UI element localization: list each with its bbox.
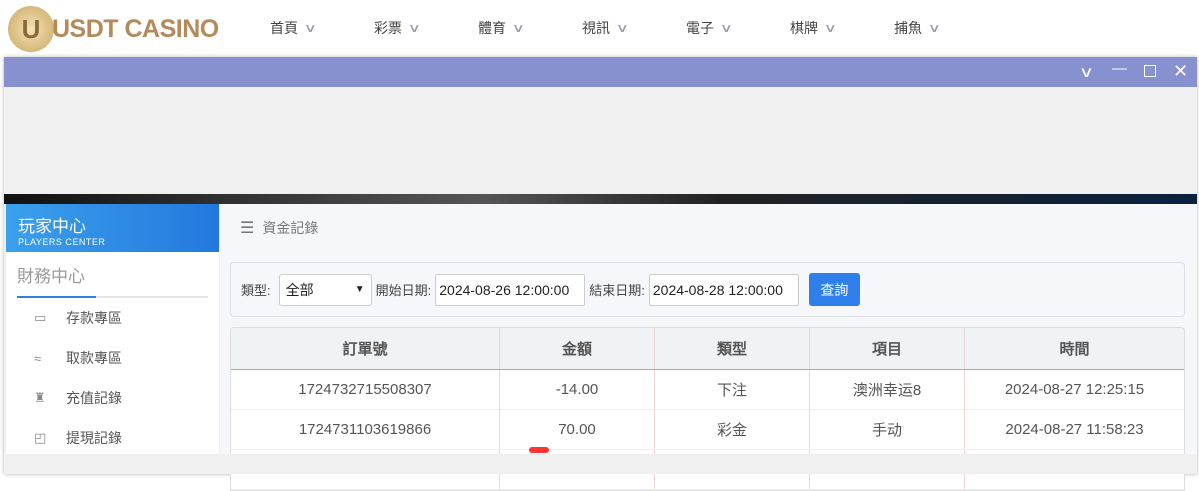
breadcrumb-label: 資金記錄 bbox=[262, 220, 319, 236]
logo[interactable]: U USDT CASINO bbox=[8, 6, 219, 52]
chevron-down-icon: ∨ bbox=[303, 21, 317, 35]
chevron-down-icon: ∨ bbox=[615, 21, 629, 35]
minimize-icon[interactable]: — bbox=[1112, 60, 1127, 77]
filter-bar: 類型: 全部 ▼ 開始日期: 2024-08-26 12:00:00 結束日期: … bbox=[230, 262, 1185, 317]
sidebar-subtitle: PLAYERS CENTER bbox=[18, 237, 106, 247]
type-label: 類型: bbox=[241, 283, 271, 298]
column-header[interactable]: 項目 bbox=[810, 328, 965, 369]
type-select[interactable]: 全部 ▼ bbox=[278, 273, 372, 306]
maximize-icon[interactable] bbox=[1144, 65, 1156, 77]
start-date-label: 開始日期: bbox=[375, 283, 432, 298]
hand-icon: ≈ bbox=[34, 350, 42, 366]
dialog-window: ∨ — ✕ 玩家中心 PLAYERS CENTER 財務中心 ▭ 存款專區 ≈ 取款專… bbox=[4, 57, 1197, 491]
chevron-down-icon: ∨ bbox=[407, 21, 421, 35]
sidebar-item-label: 存款專區 bbox=[66, 310, 122, 326]
menu-icon[interactable]: ☰ bbox=[240, 218, 254, 238]
table-cell: 70.00 bbox=[500, 410, 655, 449]
money-bag-icon: ♜ bbox=[34, 390, 46, 405]
nav-label: 首頁 bbox=[270, 20, 298, 36]
main-content: ☰ 資金記錄 類型: 全部 ▼ 開始日期: 2024-08-26 12:00:00 … bbox=[220, 204, 1197, 491]
nav-label: 體育 bbox=[478, 20, 506, 36]
main-nav: 首頁 ∨ 彩票 ∨ 體育 ∨ 視訊 ∨ 電子 ∨ 棋牌 ∨ 捕魚 ∨ bbox=[270, 18, 998, 38]
table-cell: 2024-08-27 11:58:23 bbox=[1005, 421, 1144, 438]
end-date-input[interactable]: 2024-08-28 12:00:00 bbox=[648, 273, 799, 306]
site-header: U USDT CASINO 首頁 ∨ 彩票 ∨ 體育 ∨ 視訊 ∨ 電子 ∨ 棋牌 ∨ 捕魚 ∨ bbox=[0, 0, 1199, 56]
nav-item[interactable]: 視訊 ∨ bbox=[582, 18, 686, 38]
nav-item[interactable]: 體育 ∨ bbox=[478, 18, 582, 38]
section-title: 財務中心 bbox=[17, 262, 208, 298]
table-cell: 下注 bbox=[655, 370, 810, 409]
sidebar: 玩家中心 PLAYERS CENTER 財務中心 ▭ 存款專區 ≈ 取款專區 ♜ 充值記錄… bbox=[6, 204, 219, 454]
nav-item[interactable]: 彩票 ∨ bbox=[374, 18, 478, 38]
nav-label: 視訊 bbox=[582, 20, 610, 36]
type-value: 全部 bbox=[285, 281, 314, 298]
table-header: 訂單號 金額 類型 項目 時間 bbox=[231, 328, 1184, 370]
sidebar-item[interactable]: ◰ 提現記錄 bbox=[6, 418, 219, 458]
start-date-input[interactable]: 2024-08-26 12:00:00 bbox=[435, 273, 586, 306]
sidebar-item-label: 提現記錄 bbox=[66, 430, 122, 446]
chevron-down-icon: ▼ bbox=[354, 284, 365, 295]
wallet-icon: ◰ bbox=[34, 430, 47, 445]
table-cell: 彩金 bbox=[655, 410, 810, 449]
sidebar-title: 玩家中心 bbox=[18, 217, 86, 236]
column-header[interactable]: 金額 bbox=[500, 328, 655, 369]
column-header[interactable]: 類型 bbox=[655, 328, 810, 369]
chevron-down-icon: ∨ bbox=[719, 21, 733, 35]
logo-badge: U bbox=[8, 6, 54, 52]
card-icon: ▭ bbox=[34, 310, 47, 325]
sidebar-header: 玩家中心 PLAYERS CENTER bbox=[6, 204, 219, 252]
sidebar-item-label: 充值記錄 bbox=[66, 390, 122, 406]
sidebar-item-label: 取款專區 bbox=[66, 350, 122, 366]
close-icon[interactable]: ✕ bbox=[1173, 61, 1188, 82]
table-cell: -14.00 bbox=[500, 370, 655, 409]
table-cell: 2024-08-27 12:25:15 bbox=[1004, 381, 1145, 398]
table-row: 1724732715508307 -14.00 下注 澳洲幸运8 2024-08-27 … bbox=[231, 370, 1184, 410]
table-cell: 澳洲幸运8 bbox=[810, 370, 965, 409]
table-cell: 1724731103619866 bbox=[231, 410, 500, 449]
nav-label: 彩票 bbox=[374, 20, 402, 36]
banner-strip bbox=[4, 194, 1197, 204]
column-header[interactable]: 訂單號 bbox=[231, 328, 500, 369]
sidebar-item[interactable]: ♜ 充值記錄 bbox=[6, 378, 219, 418]
sidebar-item[interactable]: ▭ 存款專區 bbox=[6, 298, 219, 338]
nav-label: 電子 bbox=[686, 20, 714, 36]
nav-item[interactable]: 捕魚 ∨ bbox=[894, 18, 998, 38]
red-indicator bbox=[529, 447, 549, 453]
chevron-down-icon[interactable]: ∨ bbox=[1079, 63, 1094, 81]
nav-label: 捕魚 bbox=[894, 20, 922, 36]
table-cell: 手动 bbox=[810, 410, 965, 449]
nav-item[interactable]: 首頁 ∨ bbox=[270, 18, 374, 38]
nav-item[interactable]: 電子 ∨ bbox=[686, 18, 790, 38]
chevron-down-icon: ∨ bbox=[927, 21, 941, 35]
chevron-down-icon: ∨ bbox=[511, 21, 525, 35]
end-date-label: 結束日期: bbox=[589, 283, 645, 298]
table-row: 1724731103619866 70.00 彩金 手动 2024-08-27 11:5… bbox=[231, 410, 1184, 450]
chevron-down-icon: ∨ bbox=[823, 21, 837, 35]
nav-label: 棋牌 bbox=[790, 20, 818, 36]
bottom-bar bbox=[4, 454, 1197, 474]
logo-text: USDT CASINO bbox=[52, 14, 219, 43]
search-button[interactable]: 查詢 bbox=[808, 273, 860, 306]
sidebar-item[interactable]: ≈ 取款專區 bbox=[6, 338, 219, 378]
breadcrumb: ☰ 資金記錄 bbox=[220, 204, 1197, 252]
table-cell: 1724732715508307 bbox=[231, 370, 500, 409]
column-header[interactable]: 時間 bbox=[965, 328, 1184, 369]
window-titlebar[interactable]: ∨ — ✕ bbox=[4, 57, 1197, 87]
nav-item[interactable]: 棋牌 ∨ bbox=[790, 18, 894, 38]
